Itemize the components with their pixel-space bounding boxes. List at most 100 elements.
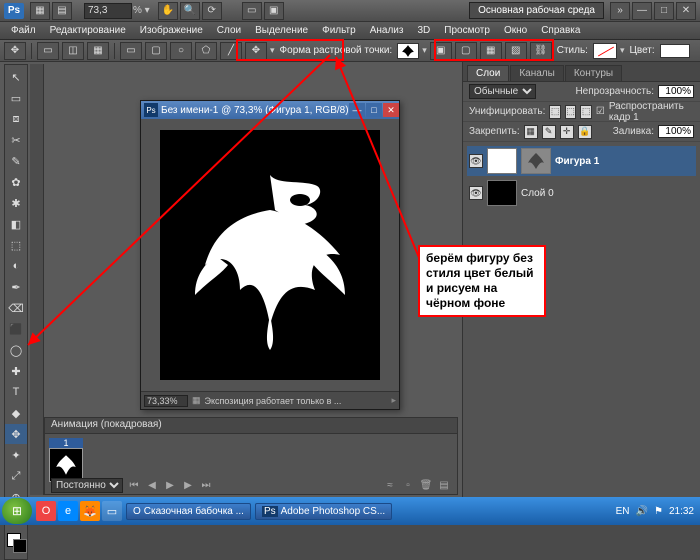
path-mode-icon[interactable]: ◫ — [62, 42, 84, 60]
tab-channels[interactable]: Каналы — [510, 65, 564, 81]
tool-dodge[interactable]: ⬛ — [5, 319, 27, 339]
tool-notes[interactable]: ⤢ — [5, 466, 27, 486]
hand-tool-icon[interactable]: ✋ — [158, 2, 178, 20]
layer-name[interactable]: Слой 0 — [521, 188, 554, 199]
tool-custom-shape[interactable]: ✥ — [5, 424, 27, 444]
custom-shape-icon[interactable]: ✥ — [245, 42, 267, 60]
tab-layers[interactable]: Слои — [467, 65, 509, 81]
menu-window[interactable]: Окно — [499, 23, 532, 38]
status-zoom[interactable]: 73,33% — [144, 395, 188, 407]
tool-heal[interactable]: ✿ — [5, 172, 27, 192]
doc-minimize-icon[interactable]: — — [349, 103, 365, 117]
tray-icon[interactable]: 🔊 — [636, 506, 648, 517]
tool-marquee[interactable]: ▭ — [5, 88, 27, 108]
task-browser[interactable]: OСказочная бабочка ... — [126, 503, 251, 520]
collapsed-panels-strip[interactable] — [30, 64, 44, 495]
zoom-input[interactable] — [84, 3, 132, 19]
screen-mode-icon[interactable]: ▣ — [264, 2, 284, 20]
task-photoshop[interactable]: PsAdobe Photoshop CS... — [255, 503, 392, 520]
menu-select[interactable]: Выделение — [250, 23, 313, 38]
menu-help[interactable]: Справка — [536, 23, 585, 38]
tool-blur[interactable]: ⌫ — [5, 298, 27, 318]
tool-gradient[interactable]: ✒ — [5, 277, 27, 297]
color-swatch[interactable] — [660, 44, 690, 58]
polygon-shape-icon[interactable]: ⬠ — [195, 42, 217, 60]
anim-play-icon[interactable]: ▶ — [163, 478, 177, 492]
tool-type[interactable]: ✚ — [5, 361, 27, 381]
lock-all-icon[interactable]: 🔒 — [578, 125, 592, 139]
vector-mask-thumb[interactable] — [521, 148, 551, 174]
visibility-toggle-icon[interactable]: 👁 — [469, 154, 483, 168]
ql-desktop-icon[interactable]: ▭ — [102, 501, 122, 521]
tool-crop[interactable]: ✂ — [5, 130, 27, 150]
rounded-rect-shape-icon[interactable]: ▢ — [145, 42, 167, 60]
layer-name[interactable]: Фигура 1 — [555, 156, 599, 167]
anim-first-icon[interactable]: ⏮ — [127, 478, 141, 492]
link-icon[interactable]: ⛓ — [530, 42, 552, 60]
animation-frame-1[interactable]: 1 0 сек. — [49, 438, 83, 472]
tool-path-select[interactable]: T — [5, 382, 27, 402]
doc-maximize-icon[interactable]: □ — [366, 103, 382, 117]
ellipse-shape-icon[interactable]: ○ — [170, 42, 192, 60]
unify-btn-1[interactable]: ⬚ — [549, 105, 560, 119]
combine-subtract-icon[interactable]: ▢ — [455, 42, 477, 60]
blend-mode-select[interactable]: Обычные — [469, 84, 536, 99]
line-shape-icon[interactable]: ╱ — [220, 42, 242, 60]
layer-row-figure1[interactable]: 👁 Фигура 1 — [467, 146, 696, 176]
anim-next-icon[interactable]: ▶ — [181, 478, 195, 492]
anim-delete-icon[interactable]: 🗑 — [419, 478, 433, 492]
loop-select[interactable]: Постоянно — [51, 478, 123, 493]
canvas[interactable] — [160, 130, 380, 380]
close-icon[interactable]: ✕ — [676, 2, 696, 20]
zoom-tool-icon[interactable]: 🔍 — [180, 2, 200, 20]
layer-row-sloy0[interactable]: 👁 Слой 0 — [467, 178, 696, 208]
workspace-switcher[interactable]: Основная рабочая среда — [469, 2, 604, 19]
anim-tween-icon[interactable]: ≈ — [383, 478, 397, 492]
unify-btn-2[interactable]: ⬚ — [565, 105, 576, 119]
tool-rectangle[interactable]: ◆ — [5, 403, 27, 423]
layer-thumb[interactable] — [487, 148, 517, 174]
lock-trans-icon[interactable]: ▦ — [524, 125, 538, 139]
minimize-icon[interactable]: — — [632, 2, 652, 20]
anim-prev-icon[interactable]: ◀ — [145, 478, 159, 492]
menu-image[interactable]: Изображение — [135, 23, 208, 38]
bridge-icon[interactable]: ▦ — [30, 2, 50, 20]
ql-opera-icon[interactable]: O — [36, 501, 56, 521]
tool-stamp[interactable]: ◧ — [5, 214, 27, 234]
rectangle-shape-icon[interactable]: ▭ — [120, 42, 142, 60]
menu-3d[interactable]: 3D — [412, 23, 435, 38]
tool-eyedrop[interactable]: ✎ — [5, 151, 27, 171]
tray-lang[interactable]: EN — [616, 506, 630, 517]
tool-history[interactable]: ⬚ — [5, 235, 27, 255]
tool-pen[interactable]: ◯ — [5, 340, 27, 360]
tray-icon[interactable]: ⚑ — [654, 506, 663, 517]
visibility-toggle-icon[interactable]: 👁 — [469, 186, 483, 200]
maximize-icon[interactable]: □ — [654, 2, 674, 20]
tool-move[interactable]: ↖ — [5, 67, 27, 87]
anim-newframe-icon[interactable]: ▫ — [401, 478, 415, 492]
style-dropdown[interactable] — [593, 43, 617, 59]
shape-picker-swatch[interactable] — [397, 43, 419, 59]
arrange-icon[interactable]: ▭ — [242, 2, 262, 20]
combine-exclude-icon[interactable]: ▨ — [505, 42, 527, 60]
rotate-view-icon[interactable]: ⟳ — [202, 2, 222, 20]
tool-lasso[interactable]: ⧈ — [5, 109, 27, 129]
anim-timeline-icon[interactable]: ▤ — [437, 478, 451, 492]
doc-close-icon[interactable]: ✕ — [383, 103, 399, 117]
lock-pos-icon[interactable]: ✛ — [560, 125, 574, 139]
menu-file[interactable]: Файл — [6, 23, 41, 38]
lock-pixels-icon[interactable]: ✎ — [542, 125, 556, 139]
tool-eraser[interactable]: ◐ — [5, 256, 27, 276]
shape-layer-mode-icon[interactable]: ▭ — [37, 42, 59, 60]
tool-preset-icon[interactable]: ✥ — [4, 42, 26, 60]
canvas-area[interactable] — [141, 119, 399, 391]
start-button[interactable]: ⊞ — [2, 498, 32, 524]
fill-value[interactable]: 100% — [658, 125, 694, 138]
tool-3d[interactable]: ✦ — [5, 445, 27, 465]
unify-btn-3[interactable]: ⬚ — [580, 105, 591, 119]
menu-edit[interactable]: Редактирование — [45, 23, 131, 38]
tab-paths[interactable]: Контуры — [565, 65, 622, 81]
view-extras-icon[interactable]: ▤ — [52, 2, 72, 20]
ql-firefox-icon[interactable]: 🦊 — [80, 501, 100, 521]
menu-filter[interactable]: Фильтр — [317, 23, 361, 38]
